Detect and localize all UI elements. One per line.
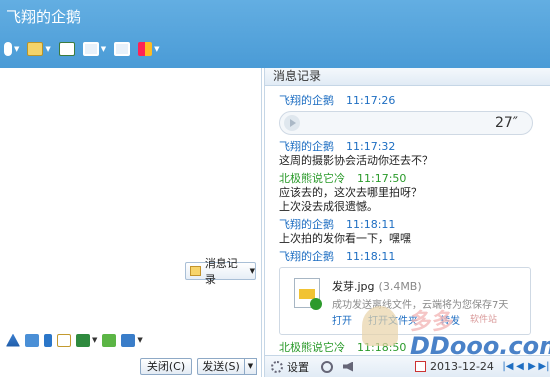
voice-message[interactable]: 27″: [279, 111, 533, 135]
message-item: 北极熊说它冷 11:17:50 应该去的，这次去哪里拍呀？ 上次没去成很遗憾。: [265, 172, 550, 214]
remote-icon: [82, 42, 99, 56]
gear-icon[interactable]: [271, 360, 283, 373]
message-text: 应该去的，这次去哪里拍呀？: [279, 186, 422, 199]
computer-icon[interactable]: [121, 333, 136, 347]
check-icon: [310, 298, 322, 310]
file-message[interactable]: 发芽.jpg (3.4MB) 成功发送离线文件，云端将为您保存7天 打开 打开文件…: [279, 267, 531, 335]
last-page-button[interactable]: ▶|: [538, 361, 550, 372]
message-text: 上次没去成很遗憾。: [279, 200, 378, 213]
message-item: 北极熊说它冷 11:18:50: [265, 341, 550, 354]
file-status: 成功发送离线文件，云端将为您保存7天: [332, 300, 509, 311]
folder-icon: [27, 42, 44, 56]
forward-link[interactable]: 转发: [440, 312, 460, 327]
message-button[interactable]: [58, 38, 75, 60]
message-time: 11:18:11: [346, 218, 396, 231]
chat-input-pane[interactable]: ▼ ▼ 消息记录 ▼: [0, 68, 262, 377]
message-sender: 北极熊说它冷: [279, 341, 345, 354]
screen-icon: [114, 42, 131, 56]
file-size: (3.4MB): [378, 280, 422, 293]
message-text: 这周的摄影协会活动你还去不？: [279, 154, 433, 167]
message-history-button[interactable]: 消息记录 ▼: [185, 257, 256, 286]
message-text: 上次拍的发你看一下，嘿嘿: [279, 232, 411, 245]
chevron-down-icon[interactable]: ▼: [92, 336, 97, 344]
message-time: 11:17:50: [357, 172, 407, 185]
history-icon: [190, 266, 201, 276]
screen-share-button[interactable]: [114, 38, 131, 60]
emoji-icon[interactable]: [25, 333, 39, 347]
message-item: 飞翔的企鹅 11:17:26: [265, 94, 550, 108]
window-title: 飞翔的企鹅: [6, 8, 82, 26]
message-history-label: 消息记录: [204, 257, 238, 286]
chevron-down-icon[interactable]: ▼: [45, 45, 50, 53]
chevron-down-icon: ▼: [249, 267, 255, 275]
prev-page-button[interactable]: ◀: [514, 361, 526, 372]
speaker-icon[interactable]: [343, 361, 353, 372]
title-bar: 飞翔的企鹅 ▼ ▼ ▼ ▼: [0, 0, 550, 68]
apps-icon: [138, 42, 153, 56]
image-icon[interactable]: [76, 333, 90, 347]
chevron-down-icon[interactable]: ▼: [137, 336, 142, 344]
screenshot-icon[interactable]: [102, 333, 117, 347]
file-name: 发芽.jpg (3.4MB): [332, 280, 422, 293]
voice-button[interactable]: ▼: [4, 38, 19, 60]
calendar-icon[interactable]: [415, 361, 426, 372]
message-time: 11:18:50: [357, 341, 407, 354]
settings-label[interactable]: 设置: [287, 359, 309, 375]
message-list[interactable]: 飞翔的企鹅 11:17:26 27″ 飞翔的企鹅 11:17:32 这周的摄影协会活…: [265, 88, 550, 354]
message-time: 11:17:32: [346, 140, 396, 153]
message-sender: 飞翔的企鹅: [279, 140, 334, 153]
play-icon[interactable]: [284, 115, 300, 131]
open-file-link[interactable]: 打开: [332, 312, 352, 327]
font-icon[interactable]: [6, 333, 20, 347]
message-time: 11:17:26: [346, 94, 396, 107]
toolbar: ▼ ▼ ▼ ▼: [0, 36, 168, 62]
date-picker[interactable]: 2013-12-24: [430, 360, 494, 373]
message-time: 11:18:11: [346, 250, 396, 263]
search-icon[interactable]: [321, 360, 333, 373]
open-folder-link[interactable]: 打开文件夹: [368, 312, 418, 327]
file-transfer-button[interactable]: ▼: [27, 38, 51, 60]
next-page-button[interactable]: ▶: [526, 361, 538, 372]
message-sender: 飞翔的企鹅: [279, 250, 334, 263]
chevron-down-icon[interactable]: ▼: [101, 45, 106, 53]
message-sender: 飞翔的企鹅: [279, 94, 334, 107]
message-item: 飞翔的企鹅 11:18:11: [265, 250, 550, 264]
apps-button[interactable]: ▼: [138, 38, 160, 60]
voice-duration: 27″: [494, 115, 518, 131]
microphone-icon: [4, 42, 12, 56]
history-footer: 设置 2013-12-24 |◀ ◀ ▶ ▶|: [265, 355, 550, 377]
bubble-icon[interactable]: [57, 333, 71, 347]
history-pane: 消息记录 飞翔的企鹅 11:17:26 27″ 飞翔的企鹅 11:17:32 这周的…: [264, 68, 550, 377]
message-item: 飞翔的企鹅 11:18:11 上次拍的发你看一下，嘿嘿: [265, 218, 550, 246]
shake-icon[interactable]: [44, 333, 52, 347]
message-sender: 北极熊说它冷: [279, 172, 345, 185]
send-options-button[interactable]: ▼: [245, 358, 257, 375]
chevron-down-icon[interactable]: ▼: [14, 45, 19, 53]
chevron-down-icon[interactable]: ▼: [154, 45, 159, 53]
message-sender: 飞翔的企鹅: [279, 218, 334, 231]
send-button[interactable]: 发送(S): [197, 358, 245, 375]
close-button[interactable]: 关闭(C): [140, 358, 192, 375]
message-icon: [58, 42, 75, 56]
first-page-button[interactable]: |◀: [502, 361, 514, 372]
input-toolbar: ▼ ▼: [0, 330, 262, 350]
history-title: 消息记录: [265, 68, 550, 86]
message-item: 飞翔的企鹅 11:17:32 这周的摄影协会活动你还去不？: [265, 140, 550, 168]
remote-assist-button[interactable]: ▼: [82, 38, 106, 60]
